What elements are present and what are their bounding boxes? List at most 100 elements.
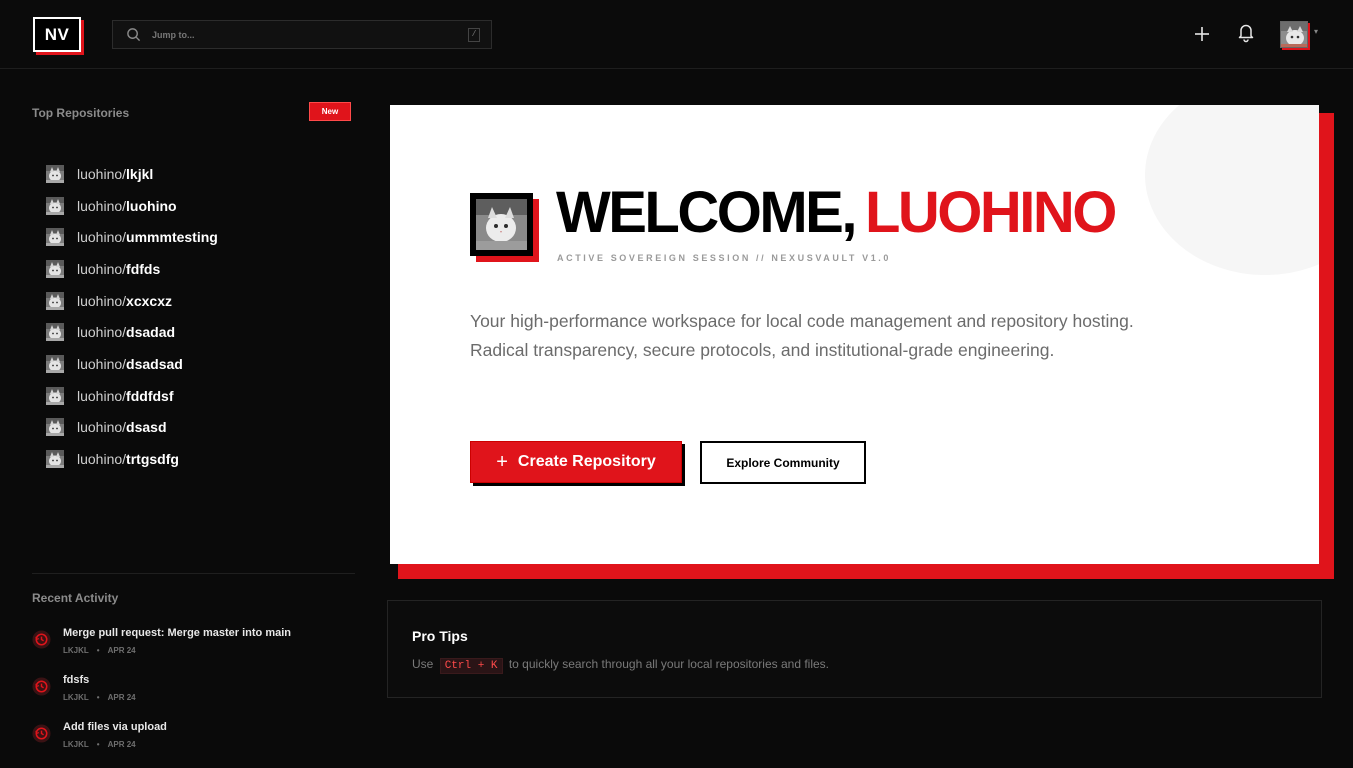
top-repositories-heading: Top Repositories [32,106,130,120]
repo-title: fdfds [126,260,161,277]
plus-icon [1195,27,1209,41]
repo-name: luohino/dsasd [77,419,167,435]
create-repository-button[interactable]: + Create Repository [470,441,682,483]
welcome-text: WELCOME, [556,180,857,245]
activity-title[interactable]: Add files via upload [63,721,167,733]
repo-owner: luohino/ [77,419,127,436]
nexusvault-logo[interactable]: NV [33,17,81,52]
tips-text-before: Use [412,657,434,671]
sidebar-repo-item[interactable]: luohino/trtgsdfg [46,439,218,479]
new-repository-button[interactable]: New [309,102,351,121]
repo-avatar-icon [46,386,64,405]
sidebar: Top Repositories New luohino/lkjkl luohin… [0,70,372,760]
tips-text-after: to quickly search through all your local… [508,657,830,671]
repo-owner: luohino/ [77,292,127,309]
repository-list: luohino/lkjkl luohino/luohino luohino/ummm… [46,154,218,479]
repo-title: luohino [126,197,177,214]
sidebar-divider [32,573,355,574]
activity-title[interactable]: fdsfs [63,674,89,686]
activity-item: fdsfs LKJKL • APR 24 [32,674,362,721]
repo-owner: luohino/ [77,355,127,372]
separator-dot: • [96,646,100,655]
repo-name: luohino/fddfdsf [77,388,173,404]
activity-date: APR 24 [107,693,136,702]
activity-item: Merge pull request: Merge master into ma… [32,627,362,674]
history-icon [32,724,51,743]
repo-title: fddfdsf [126,387,174,404]
repo-title: dsasd [126,419,167,436]
search-input[interactable] [152,29,468,40]
search-shortcut-hint: / [468,27,480,42]
repo-owner: luohino/ [77,451,127,468]
pro-tips-text: Use Ctrl + K to quickly search through a… [412,657,829,674]
chevron-down-icon[interactable]: ▾ [1314,27,1318,36]
repo-avatar-icon [46,323,64,342]
repo-avatar-icon [46,418,64,437]
activity-item: Add files via upload LKJKL • APR 24 [32,721,362,768]
activity-list: Merge pull request: Merge master into ma… [32,627,362,768]
repo-avatar-icon [46,196,64,215]
activity-date: APR 24 [107,646,136,655]
welcome-heading: WELCOME, LUOHINO [556,184,1117,242]
hero-avatar [470,193,533,256]
repo-name: luohino/xcxcxz [77,293,172,309]
repo-title: dsadsad [126,355,183,372]
session-subtitle: ACTIVE SOVEREIGN SESSION // NEXUSVAULT V… [557,253,892,263]
search-box[interactable]: / [112,20,492,49]
activity-title[interactable]: Merge pull request: Merge master into ma… [63,627,291,639]
repo-avatar-icon [46,450,64,469]
repo-owner: luohino/ [77,260,127,277]
repo-title: dsadad [126,324,176,341]
pro-tips-panel: Pro Tips Use Ctrl + K to quickly search … [387,600,1322,698]
explore-community-button[interactable]: Explore Community [700,441,866,484]
repo-name: luohino/dsadad [77,324,175,340]
repo-title: trtgsdfg [126,451,179,468]
repo-owner: luohino/ [77,387,127,404]
repo-title: lkjkl [126,165,154,182]
keyboard-shortcut: Ctrl + K [439,658,503,674]
recent-activity-heading: Recent Activity [32,591,119,605]
activity-meta: LKJKL • APR 24 [63,646,136,655]
repo-avatar-icon [46,228,64,247]
activity-meta: LKJKL • APR 24 [63,740,136,749]
notifications-button[interactable] [1235,21,1257,43]
hero-description: Your high-performance workspace for loca… [470,311,1134,360]
repo-title: ummmtesting [126,229,218,246]
repo-avatar-icon [46,259,64,278]
repo-avatar-icon [46,354,64,373]
repo-name: luohino/dsadsad [77,356,183,372]
user-avatar[interactable] [1280,21,1308,48]
repo-avatar-icon [46,164,64,183]
top-bar: NV / ▾ [0,0,1353,69]
cat-avatar-image [1281,22,1307,47]
plus-icon: + [496,451,508,473]
decorative-glow [1145,105,1319,275]
separator-dot: • [96,740,100,749]
repo-name: luohino/luohino [77,198,177,214]
history-icon [32,677,51,696]
activity-repo: LKJKL [63,740,89,749]
welcome-username: LUOHINO [864,180,1117,245]
repo-name: luohino/fdfds [77,261,160,277]
repo-owner: luohino/ [77,197,127,214]
repo-owner: luohino/ [77,165,127,182]
repo-title: xcxcxz [126,292,172,309]
activity-meta: LKJKL • APR 24 [63,693,136,702]
activity-repo: LKJKL [63,646,89,655]
search-icon [127,28,141,42]
pro-tips-title: Pro Tips [412,628,468,644]
history-icon [32,630,51,649]
cat-avatar-image [476,199,527,250]
separator-dot: • [96,693,100,702]
repo-name: luohino/trtgsdfg [77,451,179,467]
repo-name: luohino/lkjkl [77,166,153,182]
welcome-card: WELCOME, LUOHINO ACTIVE SOVEREIGN SESSION… [390,105,1319,564]
repo-avatar-icon [46,291,64,310]
repo-name: luohino/ummmtesting [77,229,218,245]
create-new-button[interactable] [1191,23,1213,45]
activity-date: APR 24 [107,740,136,749]
repo-owner: luohino/ [77,229,127,246]
create-repository-label: Create Repository [517,453,656,470]
repo-owner: luohino/ [77,324,127,341]
bell-icon [1238,24,1254,43]
